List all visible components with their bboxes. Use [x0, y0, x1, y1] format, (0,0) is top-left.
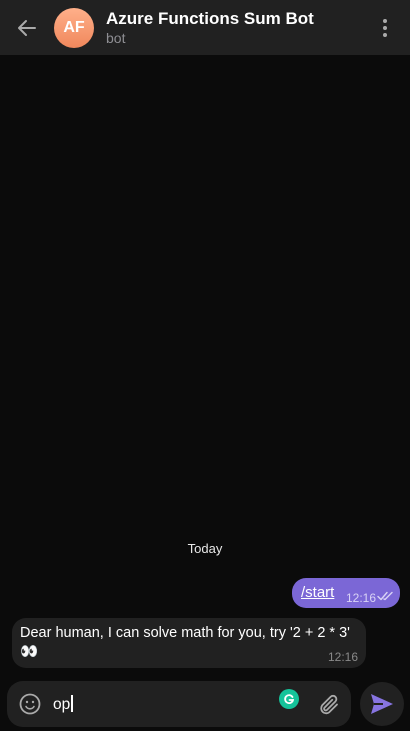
grammarly-icon[interactable]	[279, 689, 299, 709]
message-input-value: op	[53, 696, 71, 713]
more-vertical-icon	[383, 18, 387, 37]
arrow-left-icon	[18, 19, 36, 36]
chat-info[interactable]: Azure Functions Sum Bot bot	[106, 9, 365, 47]
message-text: Dear human, I can solve math for you, tr…	[20, 625, 350, 660]
message-time: 12:16	[345, 591, 376, 605]
grammarly-glyph	[284, 694, 295, 704]
chat-screen: AF Azure Functions Sum Bot bot Today /st…	[0, 0, 410, 731]
text-caret	[71, 695, 73, 712]
emoji-icon[interactable]	[18, 692, 42, 716]
chat-title: Azure Functions Sum Bot	[106, 8, 314, 28]
incoming-message[interactable]: Dear human, I can solve math for you, tr…	[12, 618, 366, 668]
back-button[interactable]	[2, 0, 52, 55]
send-button[interactable]	[360, 682, 404, 726]
send-icon	[371, 694, 393, 714]
chat-subtitle: bot	[106, 29, 126, 46]
paperclip-icon[interactable]	[317, 693, 341, 717]
double-check-icon	[377, 591, 393, 601]
message-input[interactable]: op	[53, 695, 73, 714]
message-composer: op	[7, 681, 351, 727]
outgoing-message[interactable]: /start 12:16	[292, 578, 400, 608]
avatar[interactable]: AF	[54, 7, 94, 48]
message-time: 12:16	[327, 650, 358, 664]
date-separator: Today	[187, 541, 223, 556]
command-link[interactable]: /start	[301, 584, 334, 601]
avatar-initials: AF	[63, 18, 85, 36]
more-options-button[interactable]	[365, 0, 405, 55]
chat-header: AF Azure Functions Sum Bot bot	[0, 0, 410, 55]
